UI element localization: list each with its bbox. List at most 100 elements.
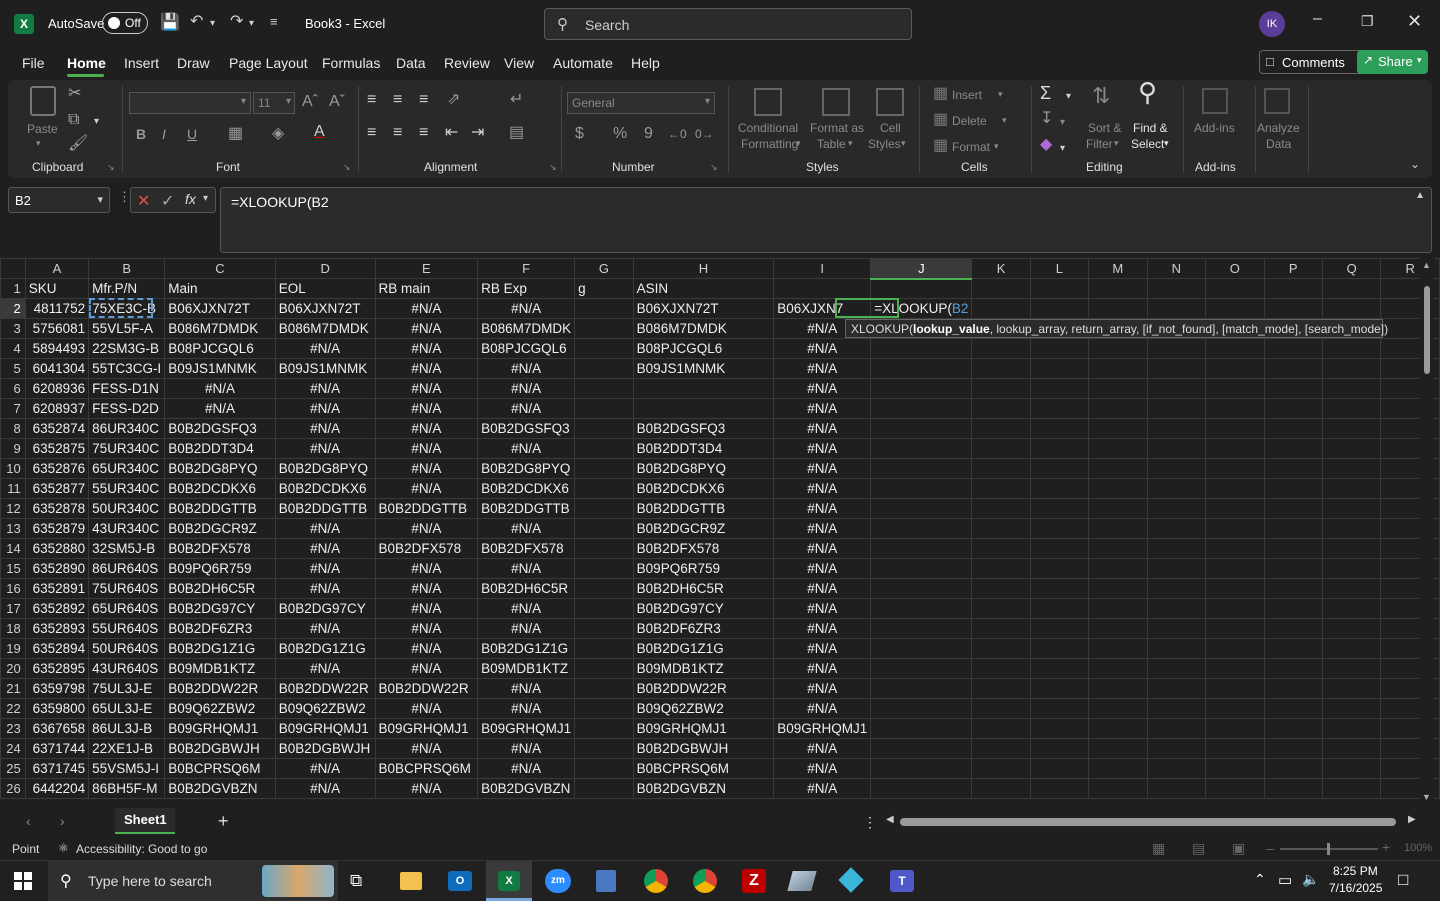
grid-cell[interactable] xyxy=(870,418,973,439)
grid-cell[interactable] xyxy=(574,378,634,399)
filezilla-icon[interactable]: Z xyxy=(742,869,766,893)
grid-cell[interactable]: #N/A xyxy=(773,578,872,599)
grid-cell[interactable] xyxy=(574,518,634,539)
grid-cell[interactable] xyxy=(1263,658,1323,679)
styles-label[interactable]: Styles xyxy=(868,137,901,151)
enter-icon[interactable]: ✓ xyxy=(161,191,174,211)
grid-cell[interactable] xyxy=(1029,678,1089,699)
grid-cell[interactable]: #N/A xyxy=(477,298,576,319)
grid-cell[interactable] xyxy=(1321,778,1382,799)
grid-cell[interactable] xyxy=(971,618,1031,639)
grid-cell[interactable] xyxy=(1321,618,1382,639)
grid-cell[interactable]: B0B2DFX578 xyxy=(477,538,576,559)
grid-cell[interactable] xyxy=(1263,338,1323,359)
grid-cell[interactable] xyxy=(1146,598,1207,619)
scroll-left-icon[interactable]: ◀ xyxy=(886,814,894,825)
autosave-toggle[interactable]: Off xyxy=(102,12,148,34)
grid-cell[interactable]: B0B2DGSFQ3 xyxy=(164,418,276,439)
grid-cell[interactable]: 50UR640S xyxy=(88,638,166,659)
grid-cell[interactable]: B0B2DGVBZN xyxy=(164,778,276,799)
grid-cell[interactable]: #N/A xyxy=(374,518,479,539)
grid-cell[interactable] xyxy=(1146,338,1207,359)
grid-cell[interactable]: #N/A xyxy=(274,758,376,779)
grid-cell[interactable] xyxy=(971,658,1031,679)
outlook-icon[interactable]: O xyxy=(448,871,472,891)
grid-cell[interactable] xyxy=(1087,538,1148,559)
grid-cell[interactable] xyxy=(1087,678,1148,699)
grid-cell[interactable] xyxy=(574,458,634,479)
grid-cell[interactable]: B0B2DGBWJH xyxy=(164,738,276,759)
grid-cell[interactable]: B09GRHQMJ1 xyxy=(374,718,479,739)
grid-cell[interactable] xyxy=(1205,378,1265,399)
grid-cell[interactable] xyxy=(1087,598,1148,619)
collapse-ribbon-icon[interactable]: ⌄ xyxy=(1410,156,1420,172)
grid-cell[interactable] xyxy=(1087,478,1148,499)
grid-cell[interactable]: B0B2DGCR9Z xyxy=(164,518,276,539)
grid-cell[interactable]: B0BCPRSQ6M xyxy=(632,758,775,779)
grid-cell[interactable]: SKU xyxy=(24,278,90,299)
add-ins-label[interactable]: Add-ins xyxy=(1194,121,1235,135)
fill-color-icon[interactable]: ◈ xyxy=(272,126,284,142)
fill-dropdown-icon[interactable]: ▾ xyxy=(1060,115,1065,131)
row-header[interactable]: 9 xyxy=(0,438,26,459)
grid-cell[interactable]: B09JS1MNMK xyxy=(632,358,775,379)
chrome-profile-icon[interactable] xyxy=(693,869,717,893)
grid-cell[interactable]: 6371744 xyxy=(24,738,90,759)
grid-cell[interactable]: 5894493 xyxy=(24,338,90,359)
volume-icon[interactable]: 🔈 xyxy=(1302,871,1319,888)
tab-home[interactable]: Home xyxy=(67,55,106,71)
grid-cell[interactable] xyxy=(1263,678,1323,699)
grid-cell[interactable]: 6208936 xyxy=(24,378,90,399)
grid-cell[interactable] xyxy=(971,298,1031,319)
grid-cell[interactable]: #N/A xyxy=(773,618,872,639)
grid-cell[interactable]: #N/A xyxy=(374,778,479,799)
grid-cell[interactable] xyxy=(1263,378,1323,399)
grid-cell[interactable]: 6371745 xyxy=(24,758,90,779)
grid-cell[interactable] xyxy=(574,618,634,639)
grid-cell[interactable] xyxy=(870,578,973,599)
grid-cell[interactable] xyxy=(574,578,634,599)
tab-review[interactable]: Review xyxy=(444,55,490,71)
column-header[interactable]: B xyxy=(88,258,166,279)
add-ins-icon[interactable] xyxy=(1202,88,1228,114)
grid-cell[interactable]: B08PJCGQL6 xyxy=(477,338,576,359)
clipboard-launcher-icon[interactable]: ↘ xyxy=(107,162,115,173)
grid-cell[interactable]: B0B2DCDKX6 xyxy=(632,478,775,499)
grid-cell[interactable] xyxy=(574,658,634,679)
grid-cell[interactable]: RB main xyxy=(374,278,479,299)
tab-draw[interactable]: Draw xyxy=(177,55,210,71)
grid-cell[interactable]: #N/A xyxy=(274,778,376,799)
grid-cell[interactable]: #N/A xyxy=(374,638,479,659)
grid-cell[interactable] xyxy=(1205,398,1265,419)
grid-cell[interactable]: #N/A xyxy=(274,378,376,399)
grid-cell[interactable]: #N/A xyxy=(773,538,872,559)
vertical-scrollbar[interactable]: ▲ ▼ xyxy=(1420,258,1434,806)
grid-cell[interactable] xyxy=(574,778,634,799)
zoom-app-icon[interactable]: zm xyxy=(545,869,571,893)
grid-cell[interactable]: 6352878 xyxy=(24,498,90,519)
clear-icon[interactable]: ◆ xyxy=(1040,137,1052,153)
grid-cell[interactable] xyxy=(1205,358,1265,379)
grid-cell[interactable] xyxy=(1087,758,1148,779)
row-header[interactable]: 12 xyxy=(0,498,26,519)
grid-cell[interactable] xyxy=(1146,378,1207,399)
scroll-up-icon[interactable]: ▲ xyxy=(1422,260,1431,270)
grid-cell[interactable]: 86UR640S xyxy=(88,558,166,579)
table-label[interactable]: Table xyxy=(817,137,846,151)
grid-cell[interactable] xyxy=(1263,698,1323,719)
grid-cell[interactable] xyxy=(1263,398,1323,419)
zoom-slider-thumb[interactable] xyxy=(1327,843,1330,855)
grid-cell[interactable]: =XLOOKUP(B2 xyxy=(870,298,973,319)
column-header[interactable]: D xyxy=(274,258,376,279)
grid-cell[interactable]: #N/A xyxy=(374,358,479,379)
grid-cell[interactable]: #N/A xyxy=(773,338,872,359)
grid-cell[interactable]: B0B2DGVBZN xyxy=(477,778,576,799)
align-right-icon[interactable]: ≡ xyxy=(419,125,428,141)
grid-cell[interactable]: #N/A xyxy=(374,438,479,459)
grid-cell[interactable] xyxy=(1263,538,1323,559)
add-sheet-icon[interactable]: + xyxy=(218,811,229,832)
grid-cell[interactable] xyxy=(1263,638,1323,659)
grid-cell[interactable] xyxy=(870,598,973,619)
next-sheet-icon[interactable]: › xyxy=(60,813,65,829)
grid-cell[interactable] xyxy=(574,318,634,339)
